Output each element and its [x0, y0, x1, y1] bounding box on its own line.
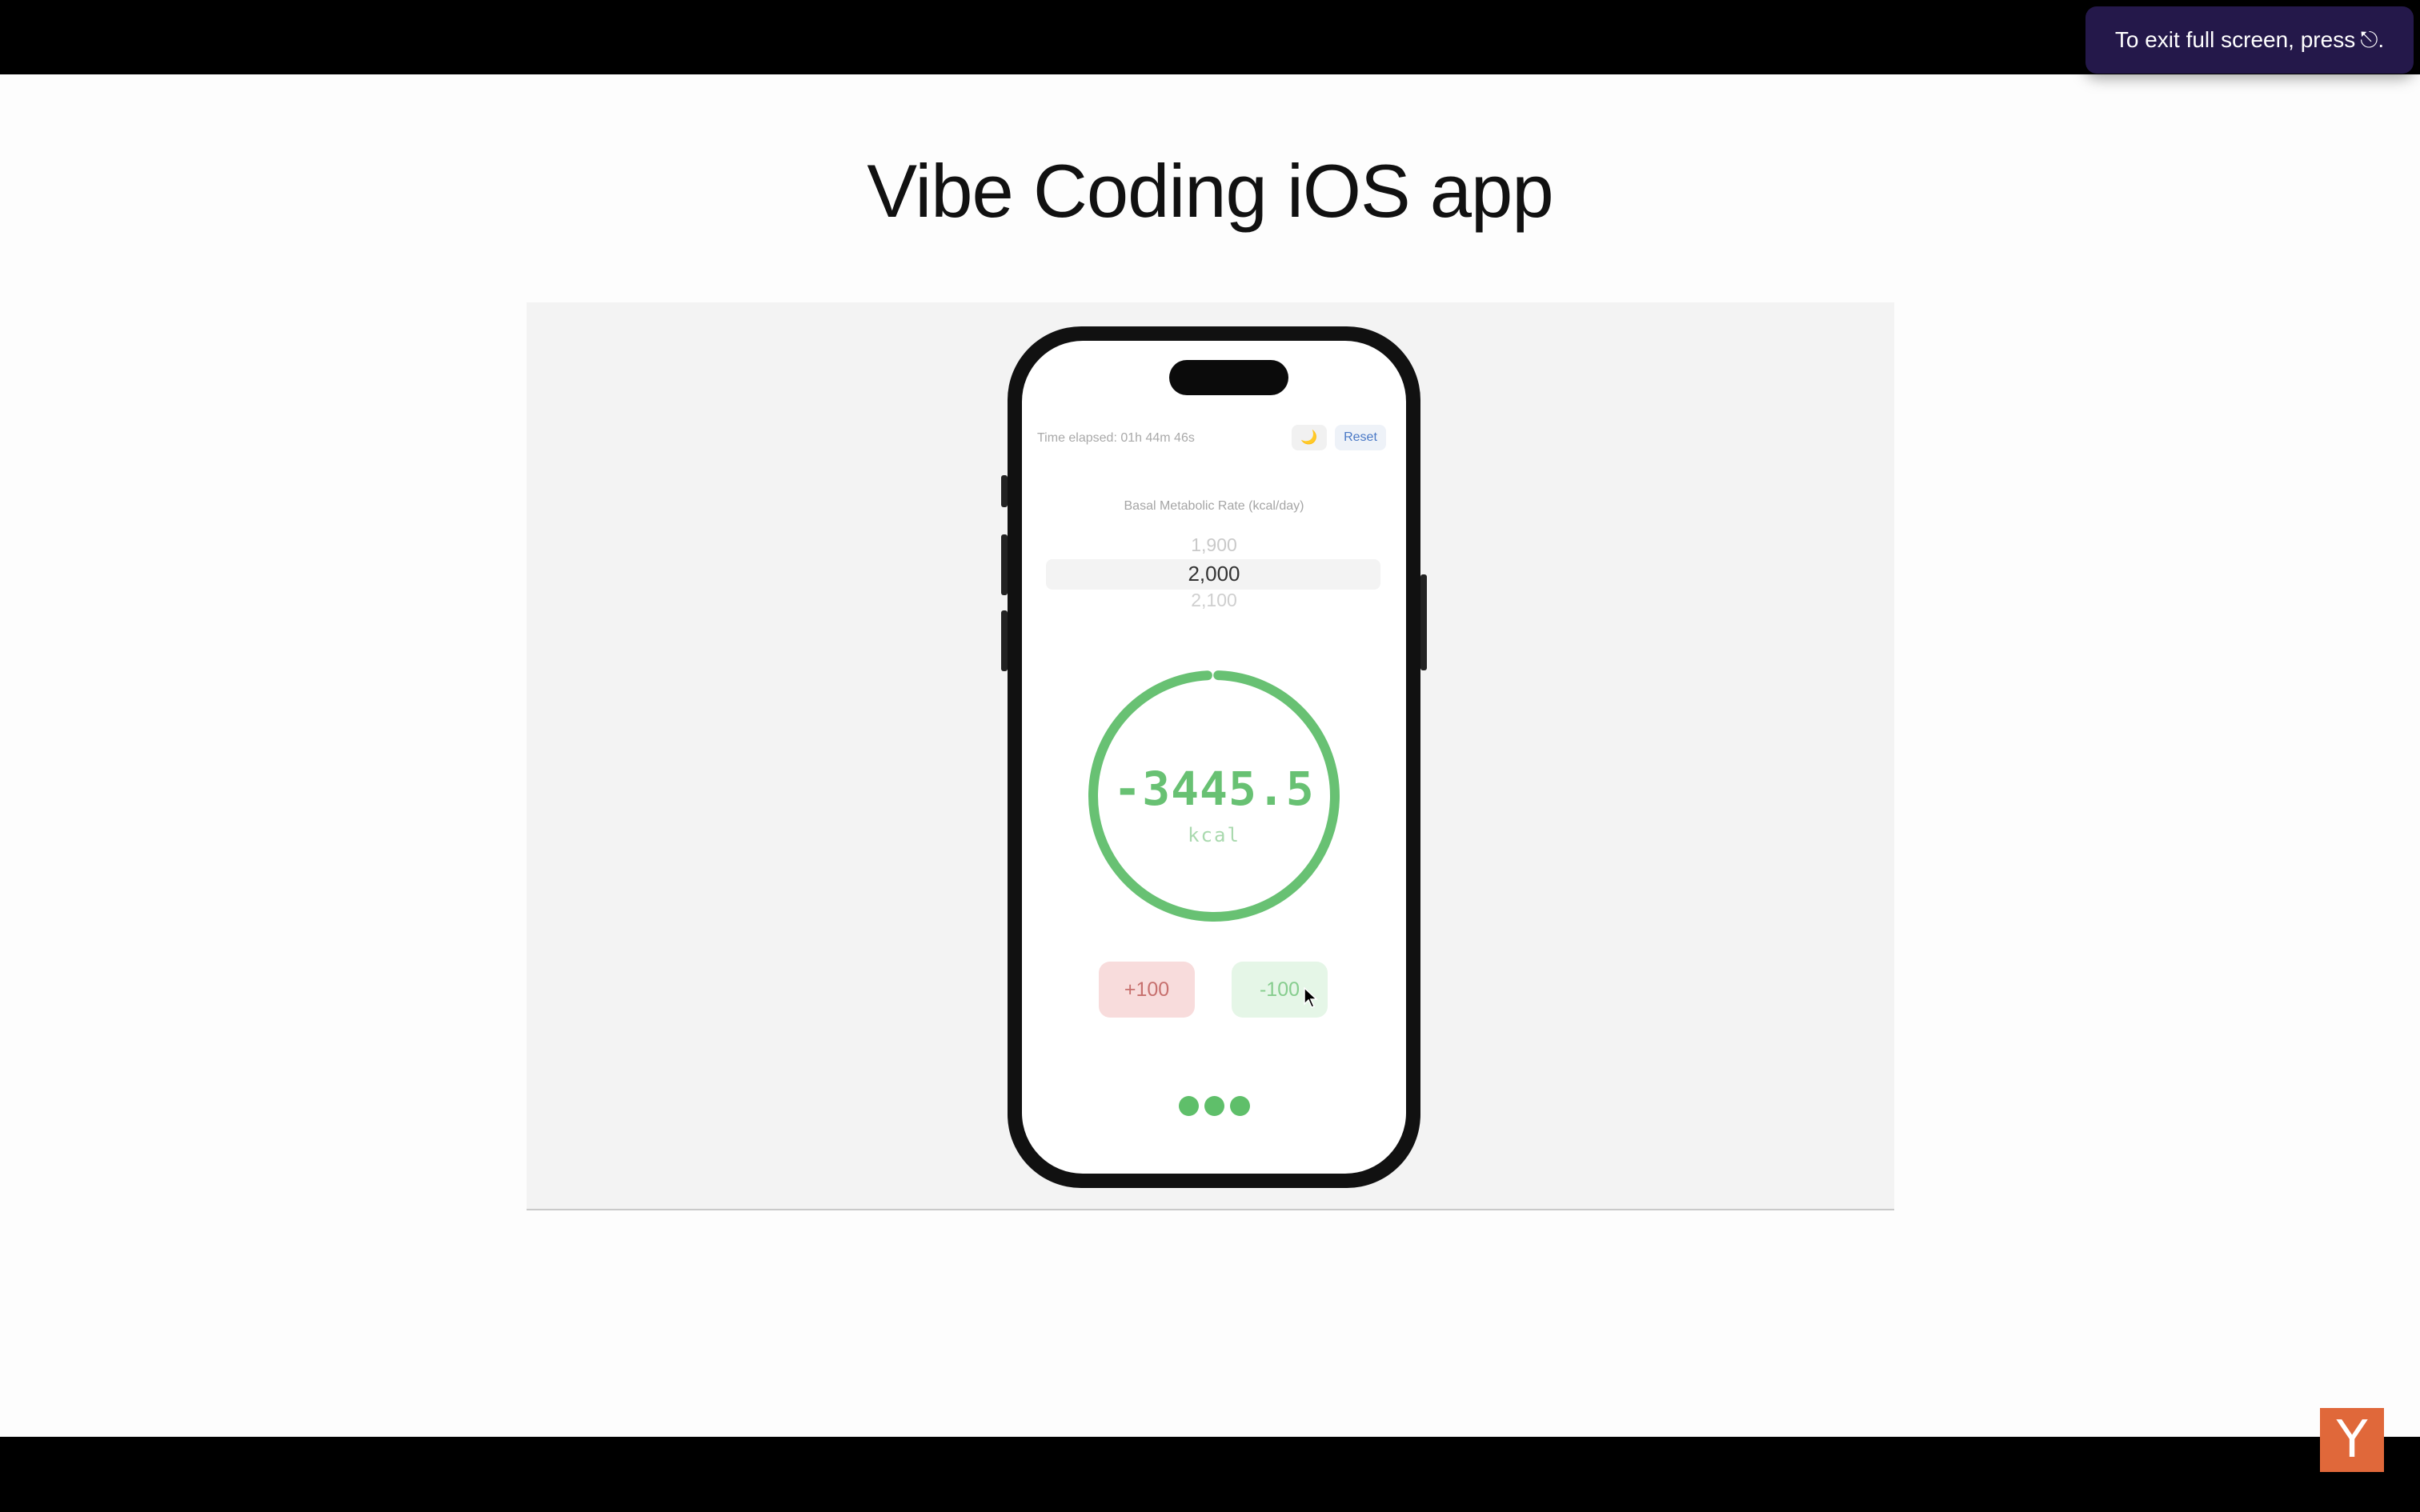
- iphone-mockup: Time elapsed: 01h 44m 46s 🌙 Reset Basal …: [1001, 326, 1427, 1188]
- calorie-unit: kcal: [1188, 824, 1240, 846]
- bottom-black-bar: [0, 1437, 2420, 1512]
- phone-screen: Time elapsed: 01h 44m 46s 🌙 Reset Basal …: [1022, 341, 1406, 1174]
- slide-title: Vibe Coding iOS app: [867, 149, 1553, 233]
- phone-volume-up: [1001, 534, 1008, 595]
- pointer-cursor-icon: [1304, 987, 1318, 1008]
- page-dot[interactable]: [1204, 1096, 1224, 1116]
- picker-option-previous[interactable]: 1,900: [1022, 534, 1406, 556]
- phone-power-button: [1420, 574, 1427, 670]
- page-dot[interactable]: [1230, 1096, 1250, 1116]
- escape-key-icon: ⎋.: [2360, 26, 2385, 52]
- dark-mode-button[interactable]: 🌙: [1292, 425, 1327, 450]
- time-elapsed: Time elapsed: 01h 44m 46s: [1037, 431, 1195, 445]
- add-100-button[interactable]: +100: [1099, 962, 1195, 1018]
- phone-volume-down: [1001, 610, 1008, 671]
- picker-option-selected[interactable]: 2,000: [1022, 562, 1406, 586]
- exit-fullscreen-toast: To exit full screen, press ⎋.: [2085, 6, 2414, 74]
- moon-icon: 🌙: [1300, 430, 1318, 445]
- reset-button[interactable]: Reset: [1335, 425, 1386, 450]
- toast-text: To exit full screen, press: [2114, 27, 2356, 52]
- bmr-label: Basal Metabolic Rate (kcal/day): [1124, 499, 1304, 513]
- top-black-bar: [0, 0, 2420, 74]
- dynamic-island: [1169, 360, 1288, 395]
- page-indicator[interactable]: [1179, 1096, 1251, 1118]
- y-combinator-logo: Y: [2320, 1408, 2384, 1472]
- picker-option-next[interactable]: 2,100: [1022, 590, 1406, 609]
- calorie-value: -3445.5: [1113, 762, 1315, 816]
- phone-side-button: [1001, 475, 1008, 507]
- page-dot[interactable]: [1179, 1096, 1199, 1116]
